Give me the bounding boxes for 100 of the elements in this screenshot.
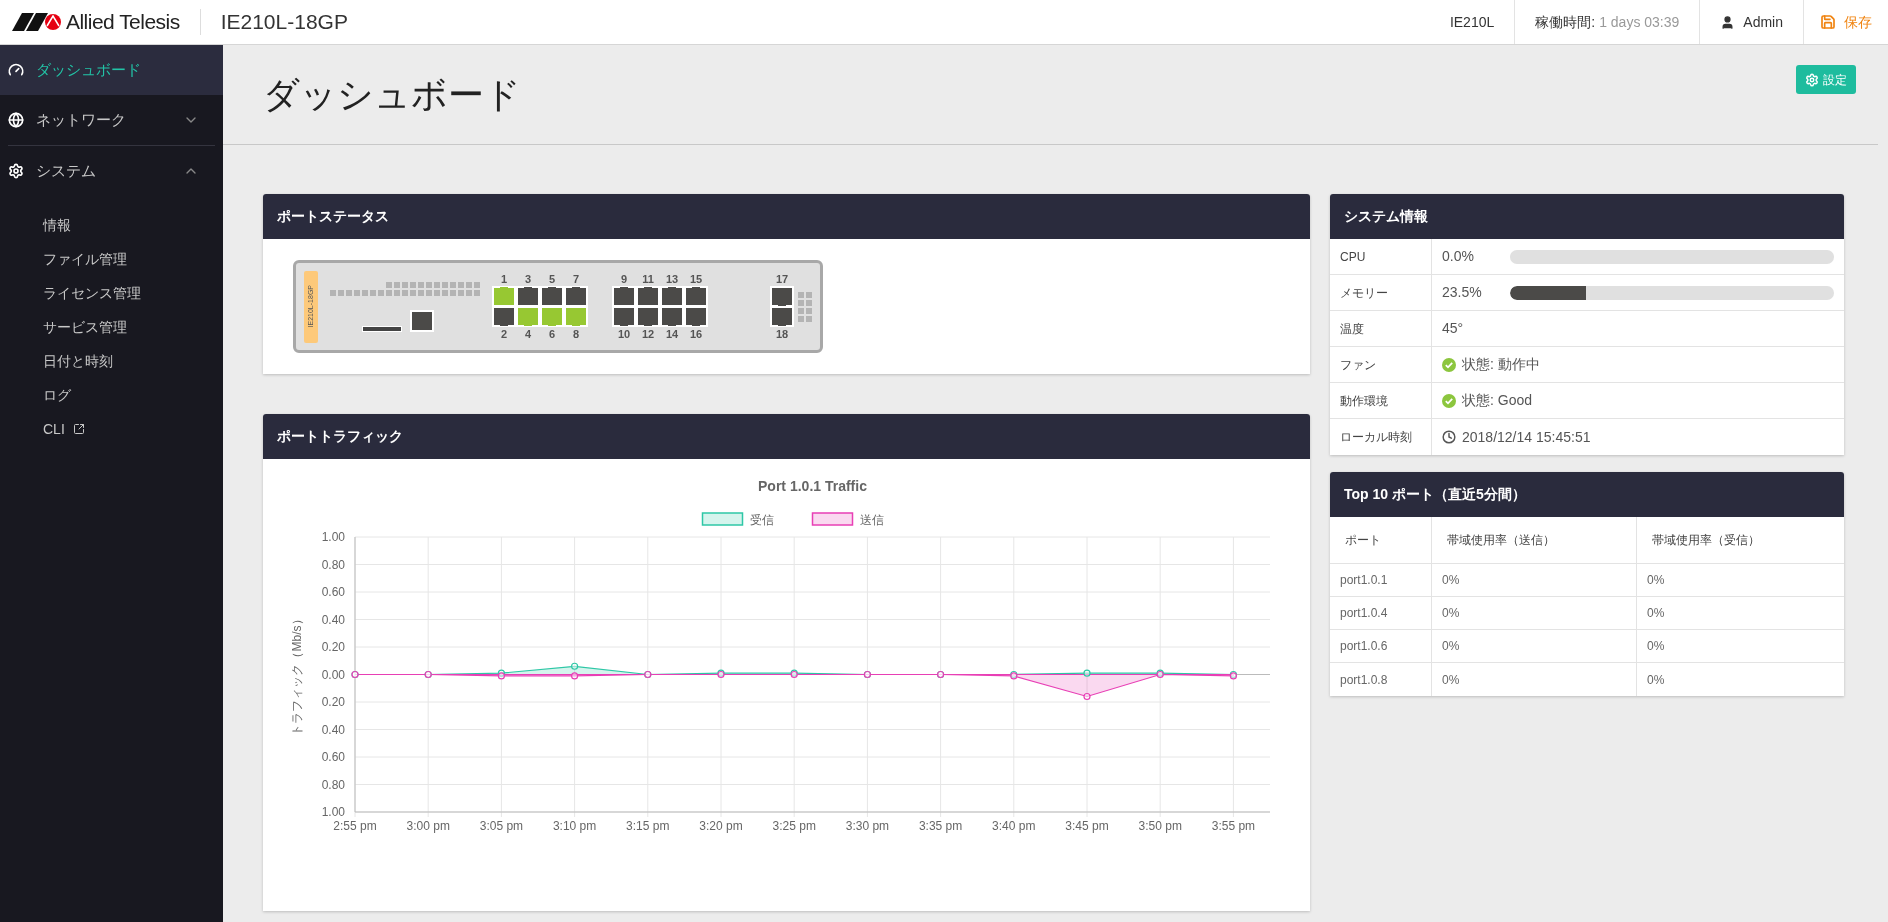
table-cell-text: 0%	[1646, 605, 1666, 622]
data-point	[571, 662, 579, 670]
info-label: 動作環境	[1330, 383, 1432, 418]
data-point	[1083, 669, 1091, 677]
card-title: ポートステータス	[277, 207, 389, 226]
axis-label: 0.80	[321, 777, 345, 792]
axis-title: トラフィック（Mb/s）	[290, 613, 304, 736]
nav-subitem[interactable]: ライセンス管理	[0, 276, 223, 310]
nav-subitem[interactable]: サービス管理	[0, 310, 223, 344]
axis-label: 3:50 pm	[1138, 819, 1182, 833]
axis-label: 3:05 pm	[479, 819, 524, 833]
axis-label: 3:20 pm	[699, 819, 743, 833]
info-value: 2018/12/14 15:45:51	[1462, 427, 1591, 447]
clock-icon	[1442, 430, 1456, 444]
port-number: 13	[664, 272, 680, 286]
nav-item[interactable]: ネットワーク	[0, 95, 223, 145]
table-cell: 0%	[1432, 564, 1637, 596]
info-label: メモリー	[1330, 275, 1432, 310]
port-number: 16	[688, 327, 704, 341]
gauge-icon	[8, 62, 24, 78]
axis-label: 0.40	[321, 612, 345, 627]
axis-label: 3:25 pm	[772, 819, 816, 833]
console-port-icon	[410, 309, 434, 332]
globe-icon	[8, 112, 24, 128]
info-label: ローカル時刻	[1330, 419, 1432, 455]
table-cell: port1.0.1	[1330, 564, 1432, 596]
settings-icon	[8, 163, 24, 179]
axis-label: 3:40 pm	[992, 819, 1036, 833]
table-cell: 0%	[1432, 597, 1637, 629]
model-name: IE210L	[1429, 0, 1516, 44]
legend-swatch	[701, 512, 744, 526]
port-number: 11	[641, 272, 655, 286]
nav-subitem[interactable]: ファイル管理	[0, 242, 223, 276]
info-value: 状態: Good	[1462, 391, 1533, 410]
info-label: CPU	[1330, 239, 1432, 274]
port-number: 2	[499, 327, 509, 341]
slot-icon	[362, 325, 402, 332]
axis-label: 0.40	[321, 722, 345, 737]
port-number: 7	[571, 272, 581, 286]
table-cell: port1.0.8	[1330, 663, 1432, 696]
port-number: 9	[619, 272, 629, 286]
save-icon	[1820, 14, 1836, 30]
port-number: 1	[499, 272, 509, 286]
axis-label: 0.00	[321, 667, 345, 682]
table-cell-text: 0%	[1646, 638, 1666, 655]
table-cell-text: 0%	[1646, 572, 1666, 589]
user-icon	[1720, 14, 1736, 30]
legend-label: 受信	[749, 513, 774, 527]
led-panel-drawing	[798, 291, 812, 322]
axis-label: 1.00	[321, 530, 345, 544]
device-name: IE210L-18GP	[220, 9, 348, 36]
user-menu[interactable]: Admin	[1700, 0, 1804, 44]
axis-label: 3:35 pm	[918, 819, 963, 833]
info-label: ファン	[1330, 347, 1432, 382]
port-number: 6	[547, 327, 557, 341]
axis-label: 3:30 pm	[845, 819, 890, 833]
nav-subitem[interactable]: ログ	[0, 378, 223, 412]
table-cell: 0%	[1432, 663, 1637, 696]
logo-icon	[12, 13, 62, 31]
port-number: 8	[571, 327, 581, 341]
port-number: 3	[523, 272, 533, 286]
uptime-label: 稼働時間:	[1535, 12, 1596, 32]
table-cell: 0%	[1432, 630, 1637, 662]
axis-label: 0.20	[321, 640, 345, 654]
nav-item[interactable]: システム	[0, 146, 223, 196]
info-value: 0.0%	[1442, 247, 1475, 266]
info-value: 45°	[1442, 319, 1464, 338]
axis-label: 3:15 pm	[626, 819, 670, 833]
axis-label: 3:45 pm	[1065, 819, 1109, 833]
legend-swatch	[811, 512, 854, 526]
settings-icon	[1805, 72, 1819, 87]
card-title: ポートトラフィック	[277, 427, 403, 446]
data-point	[1083, 692, 1091, 701]
data-point	[571, 672, 579, 680]
axis-label: 3:10 pm	[552, 819, 597, 833]
axis-label: 0.60	[321, 585, 345, 599]
info-label: 温度	[1330, 311, 1432, 346]
column-header: ポート	[1330, 517, 1432, 563]
uptime-value: 1 days 03:39	[1599, 12, 1680, 32]
axis-label: 0.80	[321, 557, 345, 572]
axis-label: 0.20	[321, 695, 345, 709]
nav-subitem[interactable]: 日付と時刻	[0, 344, 223, 378]
nav-item[interactable]: ダッシュボード	[0, 45, 223, 95]
port-number: 14	[664, 327, 680, 341]
info-value: 状態: 動作中	[1462, 355, 1540, 374]
nav-subitem[interactable]: CLI	[0, 412, 223, 446]
card-title: システム情報	[1344, 207, 1428, 226]
external-link-icon	[72, 423, 85, 435]
port-number: 15	[688, 272, 704, 286]
card-title: Top 10 ポート（直近5分間）	[1344, 485, 1526, 504]
brand-name: Allied Telesis	[66, 9, 180, 36]
check-circle-icon	[1442, 357, 1456, 372]
nav-subitem[interactable]: 情報	[0, 208, 223, 242]
port-number: 5	[547, 272, 557, 286]
axis-label: 1.00	[321, 805, 345, 819]
axis-label: 3:55 pm	[1211, 819, 1256, 833]
table-cell-text: 0%	[1646, 671, 1666, 689]
axis-label: 0.60	[321, 750, 345, 764]
port-number: 12	[640, 327, 656, 341]
legend-label: 送信	[859, 513, 884, 527]
